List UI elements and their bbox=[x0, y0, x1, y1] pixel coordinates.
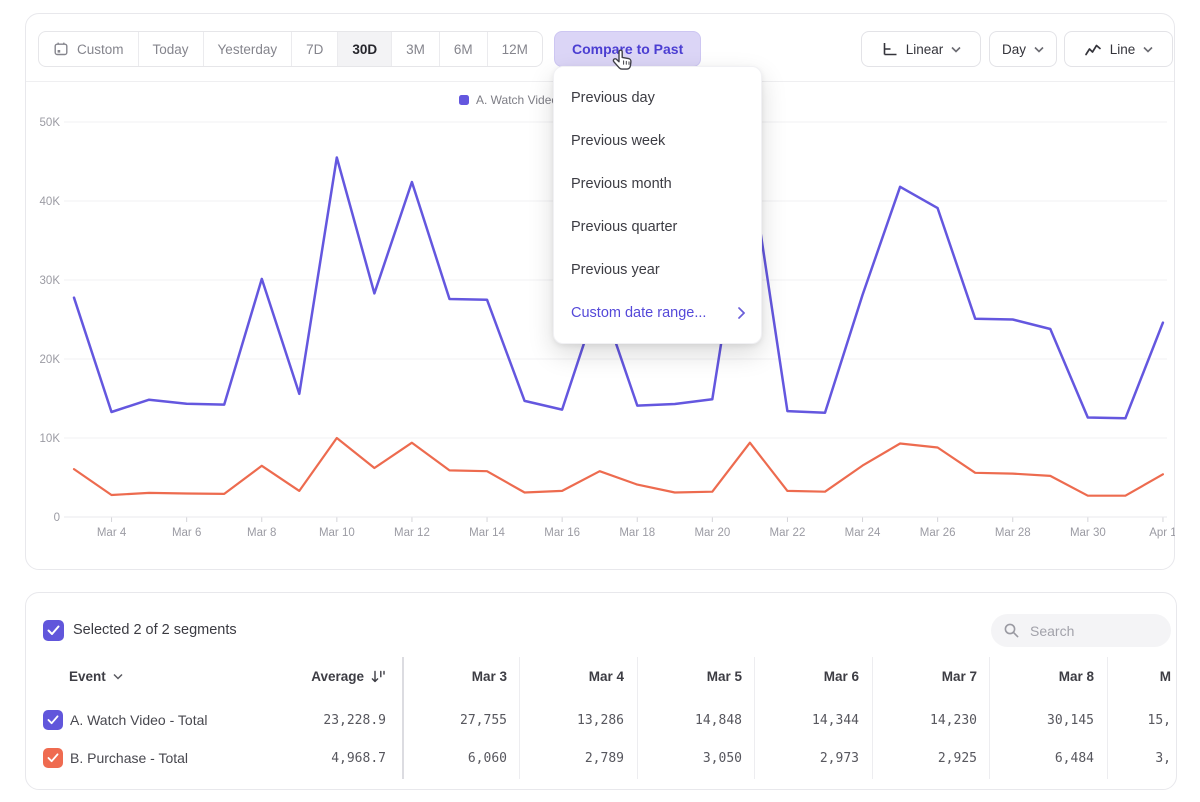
date-column-header[interactable]: Mar 8 bbox=[999, 669, 1094, 684]
cell-value: 3,050 bbox=[647, 751, 742, 766]
cell-value: 30,145 bbox=[999, 713, 1094, 728]
cell-value: 15, bbox=[1091, 713, 1171, 728]
x-axis-label: Mar 18 bbox=[619, 527, 655, 539]
y-axis-label: 10K bbox=[40, 433, 61, 445]
menu-item-previous-day[interactable]: Previous day bbox=[554, 76, 761, 119]
search-icon bbox=[1003, 622, 1020, 639]
chart-type-dropdown-button[interactable]: Line bbox=[1064, 31, 1173, 67]
y-axis-label: 0 bbox=[54, 512, 60, 524]
chevron-down-icon bbox=[113, 673, 123, 680]
row-label: B. Purchase - Total bbox=[70, 750, 188, 766]
column-divider bbox=[754, 657, 755, 779]
y-axis-label: 40K bbox=[40, 196, 61, 208]
range-button-today[interactable]: Today bbox=[138, 32, 203, 66]
cell-value: 2,925 bbox=[882, 751, 977, 766]
cell-value: 3, bbox=[1091, 751, 1171, 766]
y-axis-label: 20K bbox=[40, 354, 61, 366]
column-divider bbox=[519, 657, 520, 779]
interval-dropdown-button[interactable]: Day bbox=[989, 31, 1057, 67]
series-line-purchase[interactable] bbox=[74, 438, 1163, 496]
chevron-down-icon bbox=[951, 46, 961, 53]
cell-value: 14,230 bbox=[882, 713, 977, 728]
range-button-yesterday[interactable]: Yesterday bbox=[203, 32, 292, 66]
x-axis-label: Mar 4 bbox=[97, 527, 127, 539]
linear-axis-icon bbox=[881, 41, 898, 57]
cell-average: 4,968.7 bbox=[206, 751, 386, 766]
line-chart-icon bbox=[1084, 42, 1102, 57]
date-range-control: Custom Today Yesterday 7D 30D 3M 6M 12M bbox=[38, 31, 543, 67]
cell-value: 6,484 bbox=[999, 751, 1094, 766]
range-button-label: Custom bbox=[77, 42, 124, 57]
legend-swatch bbox=[459, 95, 469, 105]
row-checkbox-watch-video[interactable] bbox=[43, 710, 63, 730]
x-axis-label: Mar 10 bbox=[319, 527, 355, 539]
search-input[interactable] bbox=[1028, 622, 1152, 640]
row-checkbox-purchase[interactable] bbox=[43, 748, 63, 768]
date-column-header[interactable]: Mar 3 bbox=[412, 669, 507, 684]
range-button-3m[interactable]: 3M bbox=[391, 32, 439, 66]
column-divider bbox=[402, 657, 404, 779]
cell-value: 2,789 bbox=[529, 751, 624, 766]
chevron-down-icon bbox=[1034, 46, 1044, 53]
chevron-down-icon bbox=[1143, 46, 1153, 53]
date-column-header[interactable]: Mar 4 bbox=[529, 669, 624, 684]
range-button-12m[interactable]: 12M bbox=[487, 32, 542, 66]
menu-item-previous-week[interactable]: Previous week bbox=[554, 119, 761, 162]
cell-value: 2,973 bbox=[764, 751, 859, 766]
date-column-header[interactable]: Mar 5 bbox=[647, 669, 742, 684]
selected-segments-label: Selected 2 of 2 segments bbox=[73, 622, 237, 638]
x-axis-label: Mar 8 bbox=[247, 527, 276, 539]
range-button-30d[interactable]: 30D bbox=[337, 32, 391, 66]
cell-average: 23,228.9 bbox=[206, 713, 386, 728]
average-column-header[interactable]: Average bbox=[206, 669, 386, 684]
x-axis-label: Mar 6 bbox=[172, 527, 201, 539]
x-axis-label: Mar 28 bbox=[995, 527, 1031, 539]
x-axis-label: Apr 1 bbox=[1149, 527, 1175, 539]
x-axis-label: Mar 22 bbox=[770, 527, 806, 539]
range-button-7d[interactable]: 7D bbox=[291, 32, 337, 66]
segments-table-panel: Selected 2 of 2 segments Event Average M… bbox=[25, 592, 1177, 790]
menu-item-previous-quarter[interactable]: Previous quarter bbox=[554, 205, 761, 248]
date-column-header[interactable]: Mar 7 bbox=[882, 669, 977, 684]
scale-dropdown-button[interactable]: Linear bbox=[861, 31, 981, 67]
cell-value: 6,060 bbox=[412, 751, 507, 766]
range-button-6m[interactable]: 6M bbox=[439, 32, 487, 66]
x-axis-label: Mar 30 bbox=[1070, 527, 1106, 539]
checkmark-icon bbox=[47, 625, 60, 636]
y-axis-label: 50K bbox=[40, 117, 61, 129]
column-divider bbox=[637, 657, 638, 779]
cell-value: 13,286 bbox=[529, 713, 624, 728]
checkmark-icon bbox=[47, 753, 59, 763]
search-box[interactable] bbox=[991, 614, 1171, 647]
compare-to-past-button[interactable]: Compare to Past bbox=[554, 31, 701, 67]
x-axis-label: Mar 12 bbox=[394, 527, 430, 539]
cell-value: 14,344 bbox=[764, 713, 859, 728]
column-divider bbox=[989, 657, 990, 779]
column-divider bbox=[872, 657, 873, 779]
menu-item-custom-date-range[interactable]: Custom date range... bbox=[554, 291, 761, 334]
menu-item-previous-month[interactable]: Previous month bbox=[554, 162, 761, 205]
select-all-checkbox[interactable] bbox=[43, 620, 64, 641]
date-column-header[interactable]: Mar 6 bbox=[764, 669, 859, 684]
x-axis-label: Mar 20 bbox=[694, 527, 730, 539]
calendar-icon bbox=[53, 41, 69, 57]
cell-value: 14,848 bbox=[647, 713, 742, 728]
x-axis-label: Mar 24 bbox=[845, 527, 881, 539]
row-label: A. Watch Video - Total bbox=[70, 712, 207, 728]
event-column-header[interactable]: Event bbox=[69, 669, 123, 684]
chevron-right-icon bbox=[738, 307, 745, 319]
checkmark-icon bbox=[47, 715, 59, 725]
x-axis-label: Mar 14 bbox=[469, 527, 505, 539]
y-axis-label: 30K bbox=[40, 275, 61, 287]
range-button-custom[interactable]: Custom bbox=[39, 32, 138, 66]
compare-to-past-menu: Previous day Previous week Previous mont… bbox=[553, 66, 762, 344]
date-column-header[interactable]: M bbox=[1091, 669, 1171, 684]
menu-item-previous-year[interactable]: Previous year bbox=[554, 248, 761, 291]
x-axis-label: Mar 26 bbox=[920, 527, 956, 539]
x-axis-label: Mar 16 bbox=[544, 527, 580, 539]
sort-descending-icon bbox=[370, 670, 386, 684]
cell-value: 27,755 bbox=[412, 713, 507, 728]
